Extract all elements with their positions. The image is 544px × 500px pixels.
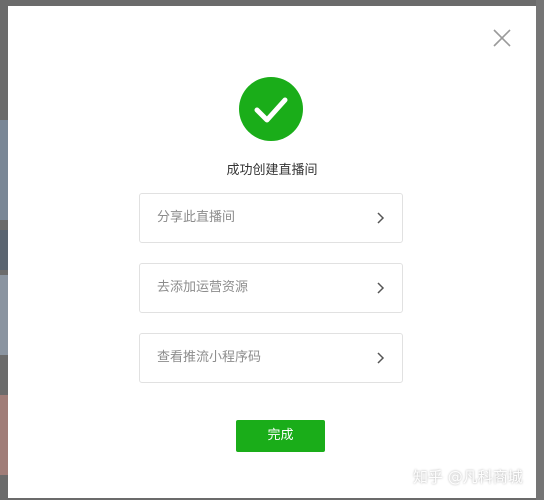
- close-button[interactable]: [490, 26, 514, 50]
- create-live-room-success-dialog: 成功创建直播间 分享此直播间 去添加运营资源 查看推流小程序码 完成: [8, 6, 536, 498]
- background-page: [0, 275, 8, 355]
- background-page: [0, 395, 8, 475]
- share-live-room-option[interactable]: 分享此直播间: [139, 193, 403, 243]
- background-page: [0, 120, 8, 220]
- option-label: 分享此直播间: [157, 210, 236, 225]
- option-label: 去添加运营资源: [157, 280, 249, 295]
- view-stream-miniprogram-code-option[interactable]: 查看推流小程序码: [139, 333, 403, 383]
- option-label: 查看推流小程序码: [157, 350, 262, 365]
- add-operation-resources-option[interactable]: 去添加运营资源: [139, 263, 403, 313]
- check-circle-icon: [239, 77, 303, 141]
- background-page: [536, 0, 544, 500]
- chevron-right-icon: [377, 352, 385, 364]
- background-page: [0, 230, 8, 270]
- watermark: 知乎 @凡科商城: [413, 468, 523, 486]
- close-icon: [493, 29, 511, 47]
- done-button[interactable]: 完成: [236, 420, 325, 452]
- dialog-title: 成功创建直播间: [226, 163, 318, 178]
- chevron-right-icon: [377, 282, 385, 294]
- chevron-right-icon: [377, 212, 385, 224]
